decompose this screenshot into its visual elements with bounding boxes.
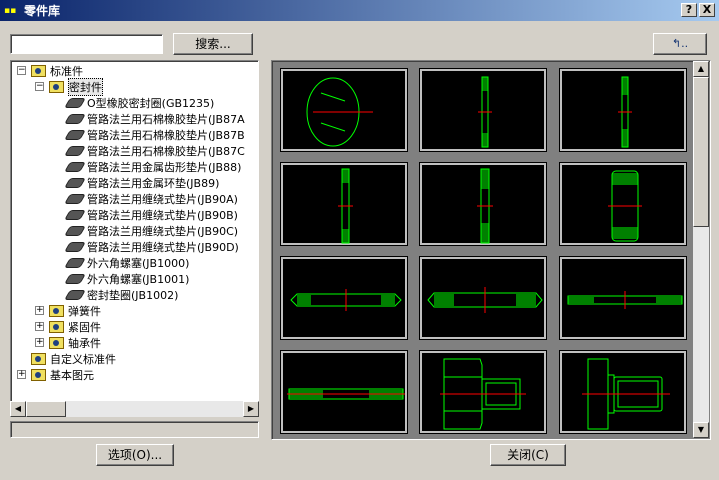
part-icon — [64, 98, 86, 108]
folder-icon — [31, 369, 46, 381]
scroll-right-icon[interactable]: ▶ — [243, 401, 259, 417]
folder-icon — [31, 65, 46, 77]
tree-item-folder[interactable]: − 密封件 — [35, 78, 103, 96]
tree-item-label: 管路法兰用金属环垫(JB89) — [87, 177, 220, 190]
part-preview-thumbnail[interactable] — [280, 162, 408, 246]
title-bar: ▪▪ 零件库 ? X — [0, 0, 719, 21]
search-input[interactable] — [10, 34, 163, 54]
part-icon — [64, 162, 86, 172]
folder-icon — [49, 337, 64, 349]
tree-item-label: 外六角螺塞(JB1000) — [87, 257, 190, 270]
preview-gallery[interactable] — [271, 60, 711, 440]
tree-item-part[interactable]: 管路法兰用金属环垫(JB89) — [64, 175, 220, 191]
part-preview-thumbnail[interactable] — [419, 68, 547, 152]
part-icon — [64, 114, 86, 124]
search-button[interactable]: 搜索... — [173, 33, 253, 55]
gallery-vertical-scrollbar[interactable]: ▲ ▼ — [693, 61, 709, 438]
tree-item-label: 基本图元 — [50, 369, 94, 382]
parts-tree[interactable]: − 标准件 − 密封件 O型橡胶密封圈(GB1235) 管路法兰用石棉橡胶垫片(JB87A… — [10, 60, 259, 416]
part-icon — [64, 290, 86, 300]
part-icon — [64, 130, 86, 140]
scroll-up-icon[interactable]: ▲ — [693, 61, 709, 77]
expand-icon[interactable]: + — [35, 322, 44, 331]
part-icon — [64, 210, 86, 220]
folder-icon — [31, 353, 46, 365]
tree-item-part[interactable]: 管路法兰用缠绕式垫片(JB90C) — [64, 223, 239, 239]
tree-item-part[interactable]: 外六角螺塞(JB1000) — [64, 255, 190, 271]
tree-item-label: 管路法兰用缠绕式垫片(JB90C) — [87, 225, 239, 238]
part-preview-thumbnail[interactable] — [559, 68, 687, 152]
tree-item-part[interactable]: 管路法兰用缠绕式垫片(JB90D) — [64, 239, 239, 255]
part-icon — [64, 194, 86, 204]
tree-item-label: 管路法兰用缠绕式垫片(JB90B) — [87, 209, 238, 222]
part-icon — [64, 226, 86, 236]
tree-item-label: 管路法兰用缠绕式垫片(JB90A) — [87, 193, 238, 206]
part-preview-thumbnail[interactable] — [419, 256, 547, 340]
expand-icon[interactable]: + — [35, 338, 44, 347]
tree-item-part[interactable]: O型橡胶密封圈(GB1235) — [64, 95, 215, 111]
tree-item-part[interactable]: 外六角螺塞(JB1001) — [64, 271, 190, 287]
tree-item-label: 密封件 — [68, 78, 103, 96]
tree-horizontal-scrollbar[interactable]: ◀ ▶ — [10, 401, 259, 417]
tree-item-label: 管路法兰用缠绕式垫片(JB90D) — [87, 241, 239, 254]
tree-item-folder[interactable]: + 弹簧件 — [35, 303, 101, 319]
tree-item-folder[interactable]: 自定义标准件 — [31, 351, 116, 367]
status-bar — [10, 421, 259, 438]
part-icon — [64, 242, 86, 252]
tree-item-folder[interactable]: − 标准件 — [17, 63, 83, 79]
part-icon — [64, 258, 86, 268]
tree-item-label: 紧固件 — [68, 321, 101, 334]
window-title: 零件库 — [24, 4, 61, 18]
tree-item-folder[interactable]: + 轴承件 — [35, 335, 101, 351]
tree-item-part[interactable]: 管路法兰用石棉橡胶垫片(JB87B — [64, 127, 245, 143]
scroll-left-icon[interactable]: ◀ — [10, 401, 26, 417]
folder-icon — [49, 305, 64, 317]
tree-item-part[interactable]: 管路法兰用石棉橡胶垫片(JB87A — [64, 111, 245, 127]
tree-item-label: 管路法兰用石棉橡胶垫片(JB87C — [87, 145, 245, 158]
part-preview-thumbnail[interactable] — [559, 256, 687, 340]
help-button[interactable]: ? — [681, 3, 697, 17]
close-window-button[interactable]: X — [699, 3, 715, 17]
tree-item-part[interactable]: 管路法兰用金属齿形垫片(JB88) — [64, 159, 242, 175]
part-preview-thumbnail[interactable] — [559, 162, 687, 246]
tree-item-part[interactable]: 管路法兰用缠绕式垫片(JB90A) — [64, 191, 238, 207]
expand-icon[interactable]: + — [17, 370, 26, 379]
tree-item-label: 自定义标准件 — [50, 353, 116, 366]
part-preview-thumbnail[interactable] — [280, 256, 408, 340]
collapse-icon[interactable]: − — [17, 66, 26, 75]
tree-item-label: 标准件 — [50, 65, 83, 78]
tree-item-folder[interactable]: + 基本图元 — [17, 367, 94, 383]
part-icon — [64, 274, 86, 284]
tree-item-part[interactable]: 管路法兰用缠绕式垫片(JB90B) — [64, 207, 238, 223]
collapse-icon[interactable]: − — [35, 82, 44, 91]
tree-item-part[interactable]: 密封垫圈(JB1002) — [64, 287, 179, 303]
part-preview-thumbnail[interactable] — [419, 162, 547, 246]
part-icon — [64, 146, 86, 156]
folder-icon — [49, 81, 64, 93]
tree-item-label: 外六角螺塞(JB1001) — [87, 273, 190, 286]
part-preview-thumbnail[interactable] — [280, 68, 408, 152]
scroll-down-icon[interactable]: ▼ — [693, 422, 709, 438]
tree-item-label: 管路法兰用石棉橡胶垫片(JB87A — [87, 113, 245, 126]
part-preview-thumbnail[interactable] — [280, 350, 408, 434]
up-folder-button[interactable]: ↰.. — [653, 33, 707, 55]
tree-item-label: 管路法兰用石棉橡胶垫片(JB87B — [87, 129, 245, 142]
expand-icon[interactable]: + — [35, 306, 44, 315]
folder-icon — [49, 321, 64, 333]
part-preview-thumbnail[interactable] — [559, 350, 687, 434]
tree-item-folder[interactable]: + 紧固件 — [35, 319, 101, 335]
part-preview-thumbnail[interactable] — [419, 350, 547, 434]
close-button[interactable]: 关闭(C) — [490, 444, 566, 466]
tree-item-label: 轴承件 — [68, 337, 101, 350]
tree-item-label: O型橡胶密封圈(GB1235) — [87, 97, 215, 110]
tree-item-label: 管路法兰用金属齿形垫片(JB88) — [87, 161, 242, 174]
tree-item-part[interactable]: 管路法兰用石棉橡胶垫片(JB87C — [64, 143, 245, 159]
tree-item-label: 密封垫圈(JB1002) — [87, 289, 179, 302]
app-icon: ▪▪ — [4, 5, 17, 16]
tree-item-label: 弹簧件 — [68, 305, 101, 318]
options-button[interactable]: 选项(O)... — [96, 444, 174, 466]
scroll-thumb[interactable] — [693, 77, 709, 227]
part-icon — [64, 178, 86, 188]
scroll-thumb[interactable] — [26, 401, 66, 417]
